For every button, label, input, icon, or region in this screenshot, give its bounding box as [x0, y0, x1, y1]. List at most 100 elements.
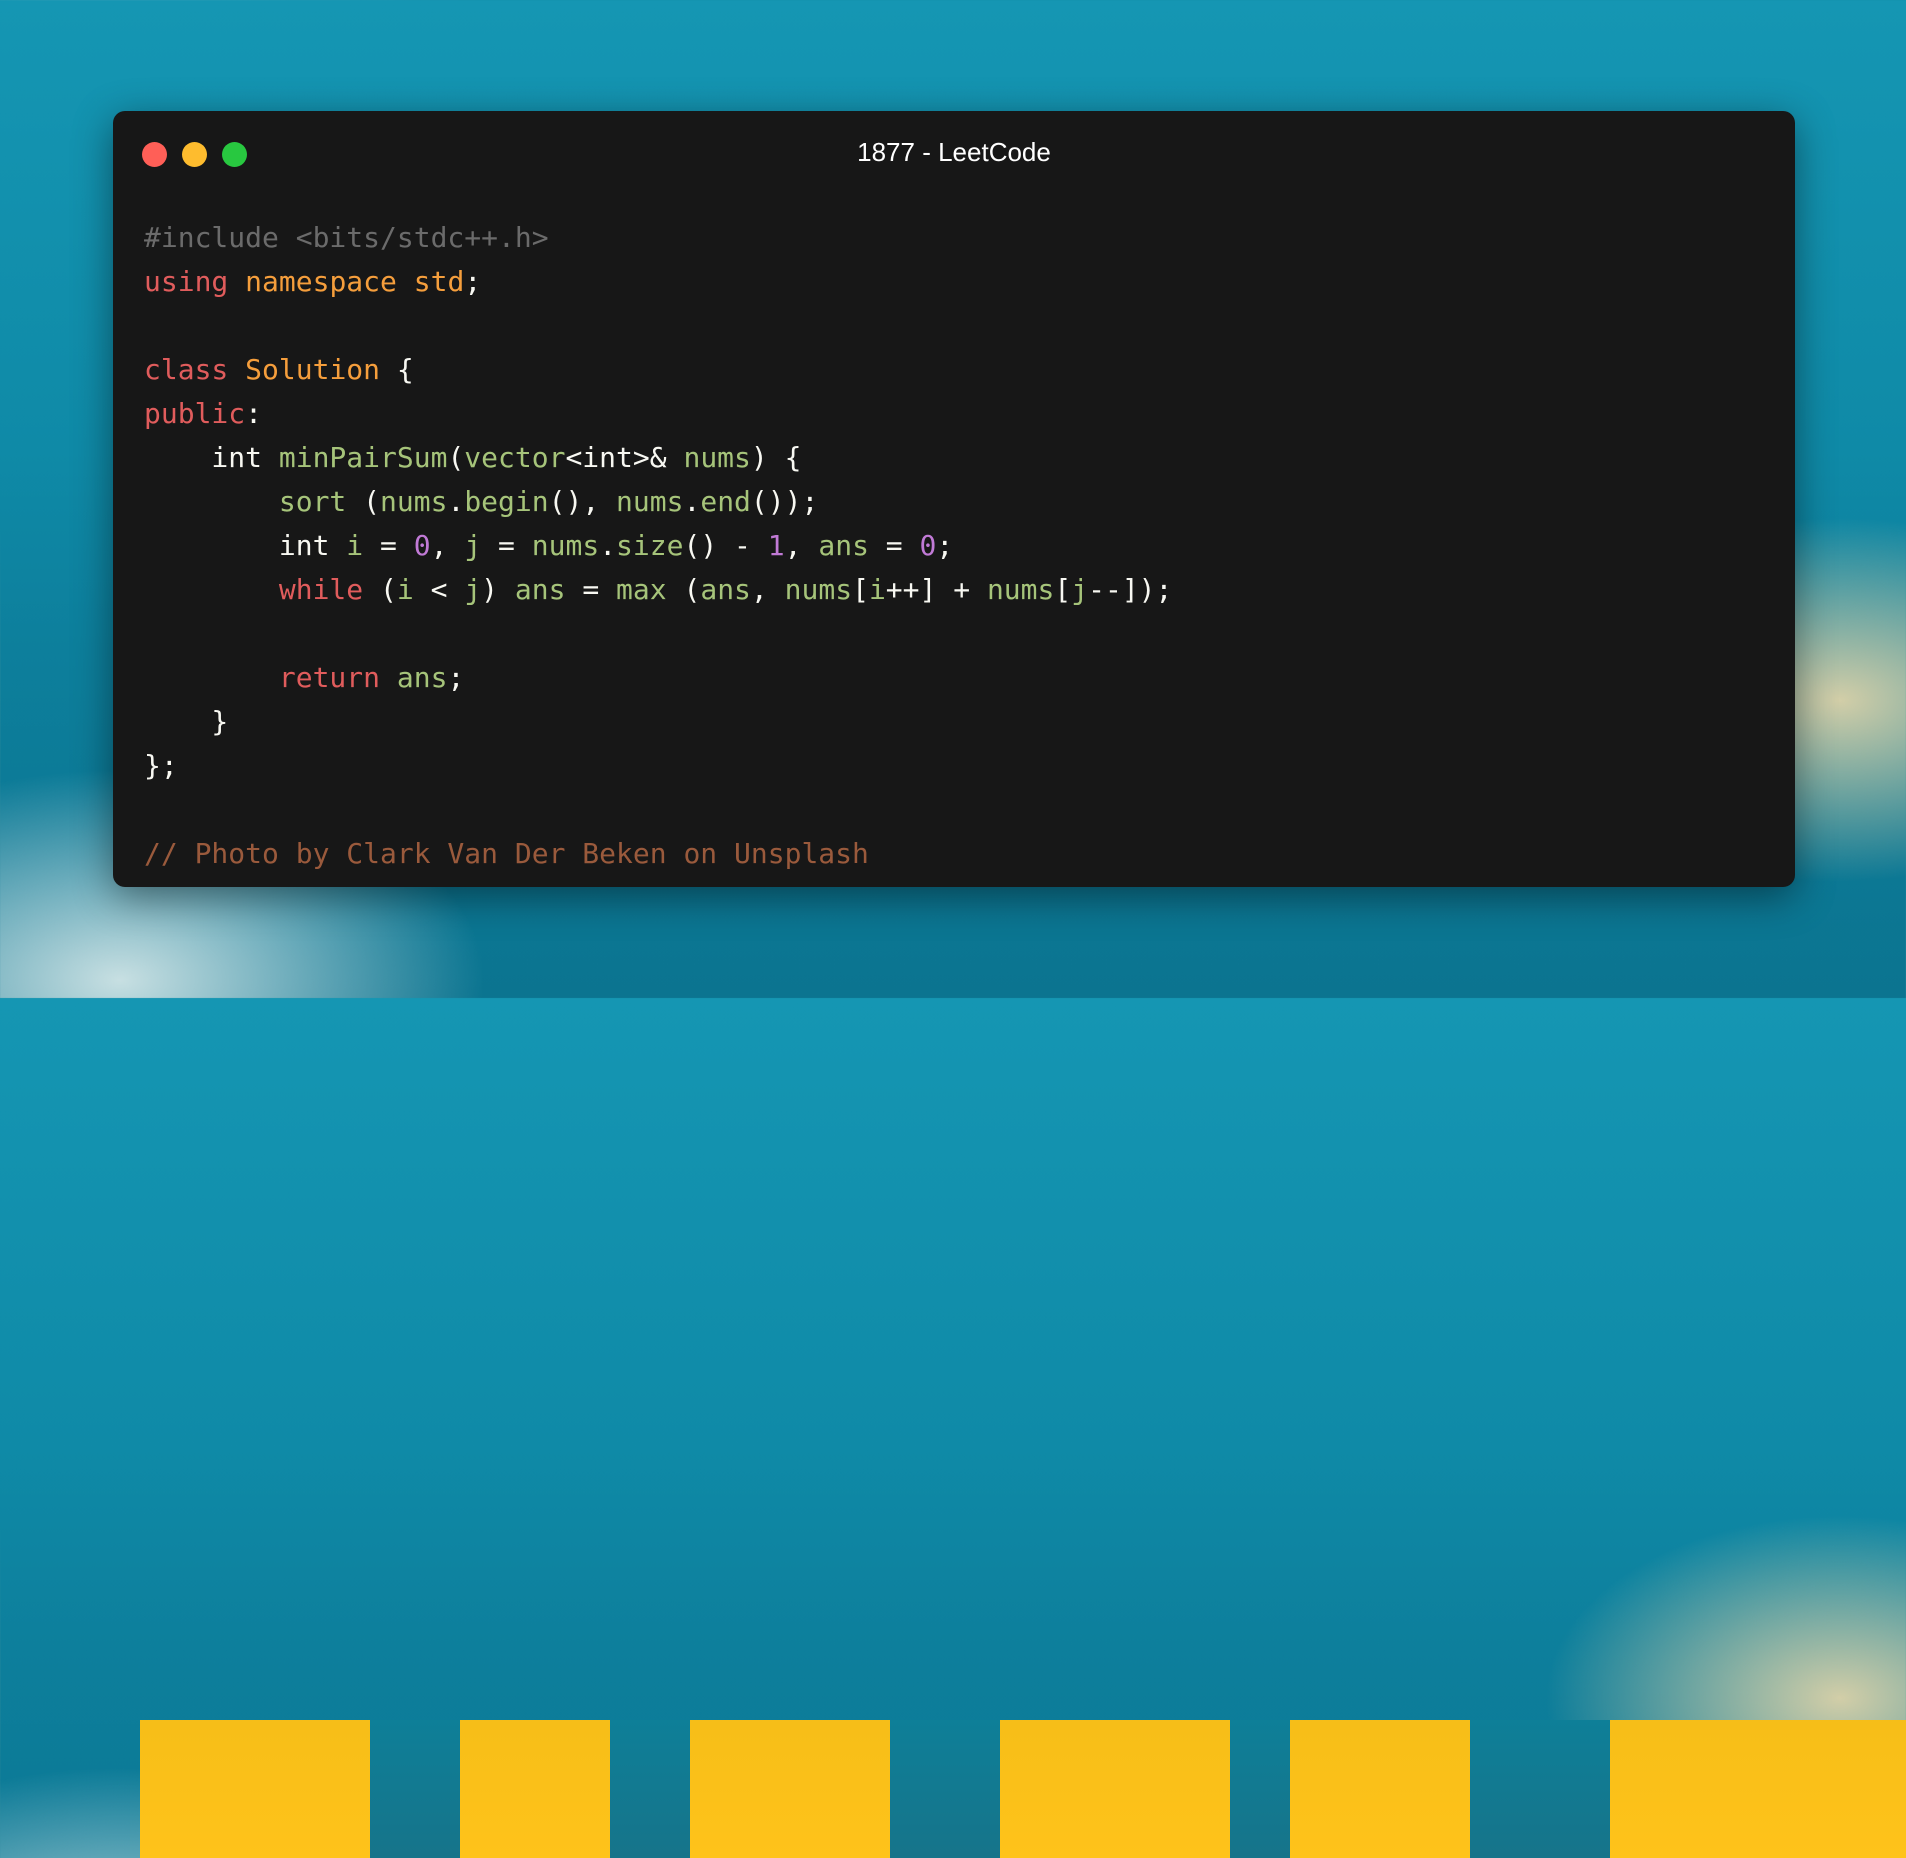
background-yellow-stripe — [1610, 1720, 1906, 1858]
code-token: return — [278, 661, 381, 694]
code-token: i — [868, 573, 886, 606]
background-teal-stripe — [610, 1720, 690, 1858]
code-token: using — [144, 265, 229, 298]
code-token: end — [700, 485, 751, 518]
code-token: max — [616, 573, 667, 606]
code-token: = — [868, 529, 920, 562]
code-token: (), — [548, 485, 617, 518]
background-teal-stripe — [1230, 1720, 1290, 1858]
code-token: while — [278, 573, 364, 606]
code-line: class Solution { — [144, 348, 1172, 392]
code-token: nums — [616, 485, 684, 518]
code-token: , — [784, 529, 819, 562]
code-token: < — [413, 573, 465, 606]
code-line: sort (nums.begin(), nums.end()); — [144, 480, 1172, 524]
code-token: ( — [666, 573, 701, 606]
code-token: vector — [464, 441, 566, 474]
code-line: public: — [144, 392, 1172, 436]
code-token: . — [683, 485, 701, 518]
code-token: ; — [464, 265, 482, 298]
code-token: #include <bits/stdc++.h> — [144, 221, 549, 254]
code-token: ( — [363, 573, 397, 606]
code-token: = — [363, 529, 414, 562]
code-line: while (i < j) ans = max (ans, nums[i++] … — [144, 568, 1173, 612]
code-token: j — [464, 573, 482, 606]
code-token: 0 — [413, 529, 431, 562]
code-token: <int>& — [565, 441, 684, 474]
code-comment: // Photo by Clark Van Der Beken on Unspl… — [144, 837, 869, 870]
background-teal-stripe — [370, 1720, 460, 1858]
code-token: Solution — [245, 353, 381, 386]
code-line: return ans; — [144, 656, 1172, 700]
code-token: nums — [683, 441, 751, 474]
code-line: using namespace std; — [144, 260, 1172, 304]
code-token: ans — [818, 529, 869, 562]
code-token: [ — [1054, 573, 1072, 606]
code-token: = — [481, 529, 532, 562]
background-teal-stripe — [1470, 1720, 1610, 1858]
code-token: , — [430, 529, 465, 562]
code-token: ( — [346, 485, 381, 518]
code-editor: #include <bits/stdc++.h> using namespace … — [144, 216, 1172, 876]
code-token: () - — [683, 529, 768, 562]
code-window: 1877 - LeetCode #include <bits/stdc++.h>… — [113, 111, 1795, 887]
code-token: { — [380, 353, 414, 386]
code-token: ()); — [750, 485, 819, 518]
code-token: } — [144, 705, 229, 738]
code-token: public — [144, 397, 246, 430]
code-token: class — [144, 353, 229, 386]
code-token: int — [144, 441, 279, 474]
code-line: #include <bits/stdc++.h> — [144, 216, 1172, 260]
code-line: int i = 0, j = nums.size() - 1, ans = 0; — [144, 524, 1172, 568]
background-yellow-stripe — [1000, 1720, 1230, 1858]
code-token: nums — [531, 529, 600, 562]
code-token: ) { — [750, 441, 802, 474]
code-token: }; — [144, 749, 178, 782]
code-token: . — [447, 485, 465, 518]
background-yellow-stripe — [1290, 1720, 1470, 1858]
code-token: ( — [447, 441, 465, 474]
code-token: ; — [447, 661, 465, 694]
code-token: nums — [784, 573, 853, 606]
code-token: size — [616, 529, 684, 562]
code-token: i — [346, 529, 364, 562]
code-line: // Photo by Clark Van Der Beken on Unspl… — [144, 832, 1172, 876]
code-token: sort — [278, 485, 347, 518]
code-token: begin — [464, 485, 549, 518]
code-token: int — [144, 529, 347, 562]
code-token: ; — [936, 529, 954, 562]
code-token: 1 — [767, 529, 785, 562]
code-token: i — [396, 573, 414, 606]
window-title: 1877 - LeetCode — [857, 137, 1051, 167]
code-token: j — [464, 529, 482, 562]
background-yellow-stripe — [690, 1720, 890, 1858]
code-token: ans — [700, 573, 751, 606]
code-token: minPairSum — [278, 441, 448, 474]
code-token: ++] + — [885, 573, 987, 606]
background-teal-stripe — [890, 1720, 1000, 1858]
code-token: [ — [852, 573, 869, 606]
code-token: namespace — [245, 265, 397, 298]
code-token: , — [750, 573, 785, 606]
code-token: . — [599, 529, 617, 562]
code-line: } — [144, 700, 1172, 744]
code-token: ) — [481, 573, 515, 606]
code-token: : — [245, 397, 263, 430]
code-line: int minPairSum(vector<int>& nums) { — [144, 436, 1172, 480]
title-bar: 1877 - LeetCode — [113, 111, 1795, 191]
code-token: --]); — [1088, 573, 1173, 606]
code-token: nums — [380, 485, 448, 518]
code-token: 0 — [919, 529, 937, 562]
code-token: std — [413, 265, 465, 298]
code-token: nums — [986, 573, 1055, 606]
